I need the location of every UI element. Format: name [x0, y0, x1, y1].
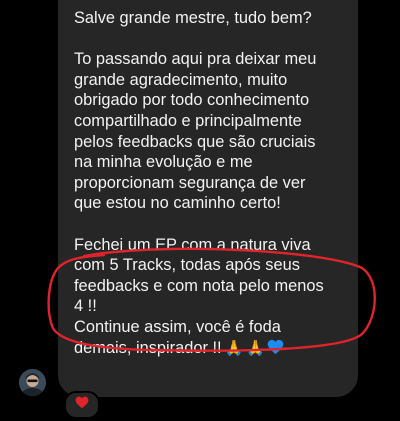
message-closing-line: demais, inspirador !! 🙏 🙏 — [74, 338, 358, 361]
message-line: Continue assim, você é foda — [74, 317, 281, 336]
message-closing-paragraph: Continue assim, você é foda demais, insp… — [74, 317, 358, 360]
message-line: grande agradecimento, muito — [74, 70, 288, 89]
message-line: Fechei um EP com a natura viva — [74, 235, 311, 254]
message-line: obrigado por todo conhecimento — [74, 91, 310, 110]
message-bubble[interactable]: Salve grande mestre, tudo bem? To passan… — [58, 0, 358, 397]
folded-hands-icon: 🙏 — [246, 339, 265, 357]
avatar-image — [19, 369, 46, 396]
message-line: na minha evolução e me — [74, 153, 253, 172]
message-line: 4 !! — [74, 297, 97, 316]
message-greeting: Salve grande mestre, tudo bem? — [74, 9, 312, 27]
sender-avatar[interactable] — [19, 369, 46, 396]
blue-heart-icon — [267, 339, 284, 361]
message-ep-paragraph: Fechei um EP com a natura viva com 5 Tra… — [74, 235, 358, 317]
message-line: proporcionam segurança de ver — [74, 173, 306, 192]
message-line: com 5 Tracks, todas após seus — [74, 256, 300, 275]
reaction-badge[interactable] — [64, 391, 100, 419]
message-thanks-paragraph: To passando aqui pra deixar meu grande a… — [74, 49, 358, 214]
message-thread: Salve grande mestre, tudo bem? To passan… — [0, 0, 400, 421]
message-line: feedbacks e com nota pelo menos — [74, 276, 324, 295]
message-line: que estou no caminho certo! — [74, 194, 281, 213]
message-line: To passando aqui pra deixar meu — [74, 50, 317, 69]
message-line: compartilhado e principalmente — [74, 111, 302, 130]
message-line: pelos feedbacks que são cruciais — [74, 132, 316, 151]
red-heart-icon — [75, 396, 89, 414]
folded-hands-icon: 🙏 — [224, 339, 244, 357]
message-line: demais, inspirador !! — [74, 338, 222, 357]
